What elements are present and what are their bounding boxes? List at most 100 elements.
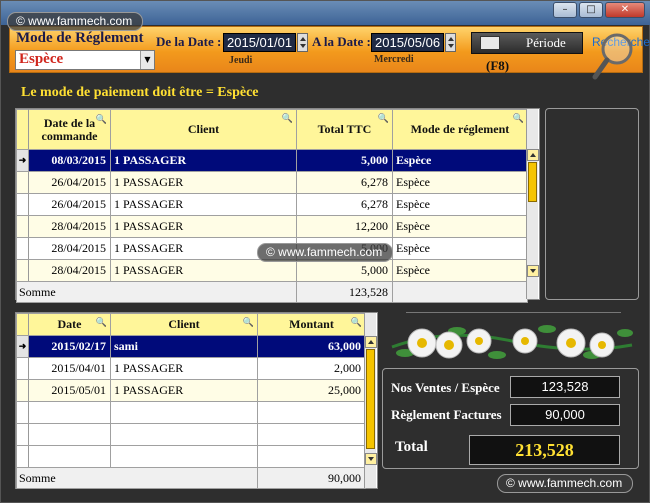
column-header-amount[interactable]: Montant 🔍 xyxy=(257,313,366,336)
settlements-label: Règlement Factures xyxy=(391,407,502,422)
payment-mode-label: Mode de Réglement xyxy=(16,30,144,46)
total-value: 213,528 xyxy=(469,435,620,465)
sum-value: 123,528 xyxy=(296,281,393,303)
periode-button-label: Période xyxy=(526,35,566,50)
watermark: © www.fammech.com xyxy=(497,474,634,493)
key-icon: 🔍 xyxy=(377,114,389,124)
cell-mode: Espèce xyxy=(392,215,528,238)
flowers-decoration-icon xyxy=(391,325,633,359)
cell-total: 5,000 xyxy=(296,259,393,282)
cell-mode: Espèce xyxy=(392,193,528,216)
table-row[interactable]: 28/04/2015 1 PASSAGER 5,000 Espèce xyxy=(16,259,528,282)
cell-date: 2015/02/17 xyxy=(28,335,111,358)
cell-amount: 25,000 xyxy=(257,379,366,402)
empty-row[interactable] xyxy=(16,445,366,468)
to-date-spinner[interactable] xyxy=(445,33,456,52)
cell-mode: Espèce xyxy=(392,171,528,194)
sum-label: Somme xyxy=(16,467,258,489)
scroll-up-icon[interactable] xyxy=(365,336,377,348)
payment-mode-select[interactable]: Espèce ▼ xyxy=(15,50,155,70)
table-row[interactable]: ➜ 08/03/2015 1 PASSAGER 5,000 Espèce xyxy=(16,149,528,172)
scroll-down-icon[interactable] xyxy=(527,265,539,277)
row-selector-header xyxy=(16,313,29,336)
cell-client: 1 PASSAGER xyxy=(110,215,297,238)
minimize-button[interactable]: – xyxy=(553,2,577,18)
payment-mode-value: Espèce xyxy=(19,51,64,67)
table-row[interactable]: ➜ 2015/02/17 sami 63,000 xyxy=(16,335,366,358)
row-selector[interactable] xyxy=(16,357,29,380)
column-header-mode[interactable]: Mode de réglement 🔍 xyxy=(392,109,528,150)
cell-client: 1 PASSAGER xyxy=(110,357,258,380)
app-window: – □ ✕ Mode de Réglement Espèce ▼ De la D… xyxy=(0,0,650,503)
row-selector[interactable] xyxy=(16,171,29,194)
scroll-thumb[interactable] xyxy=(366,349,375,449)
cell-total: 6,278 xyxy=(296,171,393,194)
table-row[interactable]: 28/04/2015 1 PASSAGER 12,200 Espèce xyxy=(16,215,528,238)
cell-date: 08/03/2015 xyxy=(28,149,111,172)
empty-row[interactable] xyxy=(16,423,366,446)
cell-total: 12,200 xyxy=(296,215,393,238)
table-row[interactable]: 26/04/2015 1 PASSAGER 6,278 Espèce xyxy=(16,193,528,216)
key-icon: 🔍 xyxy=(350,318,362,328)
sum-label: Somme xyxy=(16,281,297,303)
close-button[interactable]: ✕ xyxy=(605,2,645,18)
row-selector[interactable] xyxy=(16,379,29,402)
empty-row[interactable] xyxy=(16,401,366,424)
key-icon: 🔍 xyxy=(281,114,293,124)
key-icon: 🔍 xyxy=(512,114,524,124)
row-selector-header xyxy=(16,109,29,150)
settlements-scrollbar[interactable] xyxy=(364,313,377,488)
cell-date: 28/04/2015 xyxy=(28,237,111,260)
payment-mode-info: Le mode de paiement doit être = Espèce xyxy=(21,85,259,100)
total-label: Total xyxy=(395,439,428,455)
column-header-date[interactable]: Date 🔍 xyxy=(28,313,111,336)
table-row[interactable]: 2015/04/01 1 PASSAGER 2,000 xyxy=(16,357,366,380)
row-selector[interactable] xyxy=(16,193,29,216)
sum-row: Somme 90,000 xyxy=(16,467,366,489)
column-header-date[interactable]: Date de la commande 🔍 xyxy=(28,109,111,150)
cell-date: 28/04/2015 xyxy=(28,259,111,282)
calendar-icon xyxy=(480,36,500,50)
periode-button[interactable]: Période xyxy=(471,32,583,54)
settlements-value: 90,000 xyxy=(510,404,620,426)
column-header-client[interactable]: Client 🔍 xyxy=(110,109,297,150)
cell-client: sami xyxy=(110,335,258,358)
table-row[interactable]: 2015/05/01 1 PASSAGER 25,000 xyxy=(16,379,366,402)
current-row-icon: ➜ xyxy=(16,335,29,358)
to-date-field[interactable]: 2015/05/06 xyxy=(371,33,444,52)
cell-total: 5,000 xyxy=(296,149,393,172)
from-date-spinner[interactable] xyxy=(297,33,308,52)
cell-date: 2015/04/01 xyxy=(28,357,111,380)
cell-total: 6,278 xyxy=(296,193,393,216)
search-icon[interactable] xyxy=(590,29,642,89)
row-selector[interactable] xyxy=(16,215,29,238)
sum-value: 90,000 xyxy=(257,467,366,489)
totals-panel: Nos Ventes / Espèce 123,528 Règlement Fa… xyxy=(382,368,639,469)
column-header-client[interactable]: Client 🔍 xyxy=(110,313,258,336)
cell-mode: Espèce xyxy=(392,259,528,282)
table-row[interactable]: 26/04/2015 1 PASSAGER 6,278 Espèce xyxy=(16,171,528,194)
maximize-button[interactable]: □ xyxy=(579,2,603,18)
shortcut-hint: (F8) xyxy=(486,58,510,73)
row-selector[interactable] xyxy=(16,237,29,260)
cell-date: 26/04/2015 xyxy=(28,171,111,194)
sum-row: Somme 123,528 xyxy=(16,281,528,303)
cell-client: 1 PASSAGER xyxy=(110,193,297,216)
cell-date: 2015/05/01 xyxy=(28,379,111,402)
scroll-down-icon[interactable] xyxy=(365,453,377,465)
cell-mode: Espèce xyxy=(392,149,528,172)
from-date-field[interactable]: 2015/01/01 xyxy=(223,33,296,52)
orders-scrollbar[interactable] xyxy=(526,109,539,299)
sum-empty-cell xyxy=(392,281,528,303)
watermark: © www.fammech.com xyxy=(257,243,394,262)
column-header-total[interactable]: Total TTC 🔍 xyxy=(296,109,393,150)
cell-date: 26/04/2015 xyxy=(28,193,111,216)
scroll-thumb[interactable] xyxy=(528,162,537,202)
current-row-icon: ➜ xyxy=(16,149,29,172)
chevron-down-icon[interactable]: ▼ xyxy=(140,51,154,69)
cell-date: 28/04/2015 xyxy=(28,215,111,238)
row-selector[interactable] xyxy=(16,259,29,282)
from-day-label: Jeudi xyxy=(229,55,253,66)
side-panel xyxy=(545,108,639,300)
scroll-up-icon[interactable] xyxy=(527,149,539,161)
